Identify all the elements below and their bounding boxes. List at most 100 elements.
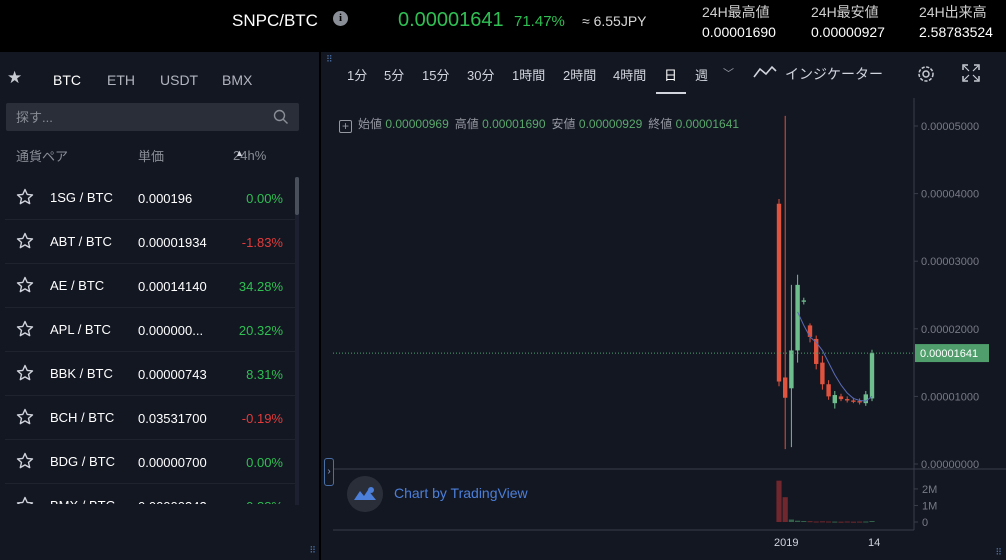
favorite-star-icon[interactable]	[16, 276, 34, 294]
favorite-star-icon[interactable]	[16, 320, 34, 338]
price-tick-label: 0.00001000	[921, 391, 979, 403]
volume-bar	[857, 521, 863, 523]
volume-bar	[844, 521, 850, 523]
market-list: 1SG / BTC 0.000196 0.00% ABT / BTC 0.0000193…	[5, 176, 295, 504]
chevron-down-icon[interactable]: ﹀	[723, 65, 734, 81]
market-row[interactable]: AE / BTC 0.00014140 34.28%	[5, 264, 295, 308]
volume-bar	[826, 521, 832, 523]
volume-bar	[807, 521, 813, 523]
market-row[interactable]: 1SG / BTC 0.000196 0.00%	[5, 176, 295, 220]
column-price[interactable]: 単価	[138, 146, 164, 165]
favorite-star-icon[interactable]	[16, 408, 34, 426]
candle-body	[820, 362, 825, 385]
volume-bar	[838, 521, 844, 523]
open-label: 始値	[358, 117, 383, 131]
row-pair: ABT / BTC	[50, 234, 112, 249]
tab-eth[interactable]: ETH	[107, 72, 135, 88]
last-price: 0.00001641	[398, 9, 504, 31]
volume-bar	[869, 521, 875, 523]
tab-usdt[interactable]: USDT	[160, 72, 198, 88]
volume-bar	[819, 521, 825, 523]
timeframe-week[interactable]: 週	[695, 65, 708, 84]
row-change: 0.88%	[246, 499, 283, 504]
market-row[interactable]: BMX / BTC 0.00000342 0.88%	[5, 484, 295, 504]
row-change: 0.00%	[246, 455, 283, 470]
market-row[interactable]: BCH / BTC 0.03531700 -0.19%	[5, 396, 295, 440]
timeframe-day[interactable]: 日	[664, 65, 677, 84]
tab-btc[interactable]: BTC	[53, 72, 81, 88]
market-row[interactable]: BBK / BTC 0.00000743 8.31%	[5, 352, 295, 396]
market-list-scrollbar[interactable]	[295, 177, 299, 505]
timeframe-2h[interactable]: 2時間	[563, 65, 596, 84]
row-pair: AE / BTC	[50, 278, 105, 293]
market-panel: ★ BTC ETH USDT BMX 通貨ペア 単価 24h%▲ 1SG / B…	[0, 52, 321, 560]
favorite-star-icon[interactable]	[16, 496, 34, 504]
market-row[interactable]: APL / BTC 0.000000... 20.32%	[5, 308, 295, 352]
open-value: 0.00000969	[385, 117, 449, 131]
volume-bar	[795, 520, 801, 522]
row-price: 0.000196	[138, 191, 193, 206]
row-pair: BMX / BTC	[50, 498, 115, 504]
candle-body	[789, 350, 794, 389]
favorite-star-icon[interactable]	[16, 232, 34, 250]
favorite-star-icon[interactable]	[16, 188, 34, 206]
low-label: 安値	[551, 117, 576, 131]
price-tick-label: 0.00004000	[921, 189, 979, 201]
volume-bar	[863, 521, 869, 523]
row-price: 0.00001934	[138, 235, 207, 250]
chart-toolbar: ⠿ 1分 5分 15分 30分 1時間 2時間 4時間 日 週 ﹀ インジケータ…	[323, 52, 1006, 94]
price-tick-label: 0.00002000	[921, 324, 979, 336]
price-tick-label: 0.00005000	[921, 121, 979, 133]
current-price-label: 0.00001641	[920, 348, 978, 360]
info-icon[interactable]: i	[333, 11, 348, 26]
row-pair: 1SG / BTC	[50, 190, 113, 205]
resize-grip-icon[interactable]: ⠿	[309, 545, 316, 556]
timeframe-1h[interactable]: 1時間	[512, 65, 545, 84]
favorite-star-icon[interactable]	[16, 452, 34, 470]
timeframe-15m[interactable]: 15分	[422, 65, 449, 84]
candle-body	[776, 203, 782, 382]
resize-grip-icon[interactable]: ⠿	[995, 547, 1002, 558]
timeframe-1m[interactable]: 1分	[347, 65, 367, 84]
volume-bar	[813, 521, 819, 523]
gear-icon[interactable]	[915, 63, 937, 85]
collapse-panel-handle[interactable]: ›	[324, 458, 334, 486]
favorite-star-icon[interactable]	[16, 364, 34, 382]
search-icon[interactable]	[273, 109, 289, 125]
market-row[interactable]: BDG / BTC 0.00000700 0.00%	[5, 440, 295, 484]
price-change-percent: 71.47%	[514, 13, 565, 30]
time-tick-label: 2019	[774, 537, 798, 549]
candle-body	[845, 399, 850, 401]
fullscreen-icon[interactable]	[961, 63, 981, 83]
stat-label: 24H最高値	[702, 4, 770, 20]
row-pair: APL / BTC	[50, 322, 111, 337]
tab-bmx[interactable]: BMX	[222, 72, 252, 88]
search-input[interactable]	[16, 108, 256, 126]
scrollbar-thumb[interactable]	[295, 177, 299, 215]
timeframe-5m[interactable]: 5分	[384, 65, 404, 84]
timeframe-30m[interactable]: 30分	[467, 65, 494, 84]
volume-bar	[776, 480, 782, 522]
toolbar-grip-icon[interactable]: ⠿	[326, 54, 333, 65]
low-value: 0.00000929	[578, 117, 643, 131]
candle-body	[795, 284, 800, 351]
plus-icon[interactable]: +	[339, 120, 352, 133]
volume-bar	[801, 521, 807, 523]
timeframe-4h[interactable]: 4時間	[613, 65, 646, 84]
indicator-label: インジケーター	[785, 66, 883, 82]
column-pair[interactable]: 通貨ペア	[16, 146, 68, 165]
row-change: -0.19%	[241, 411, 283, 426]
chart-panel: ⠿ 1分 5分 15分 30分 1時間 2時間 4時間 日 週 ﹀ インジケータ…	[323, 52, 1006, 560]
candle-body	[807, 325, 813, 337]
pair-title: SNPC/BTC	[232, 11, 318, 30]
ohlc-legend: + 始値 0.00000969 高値 0.00001690 安値 0.00000929…	[339, 115, 745, 133]
tradingview-text: Chart by TradingView	[394, 485, 528, 501]
market-row[interactable]: ABT / BTC 0.00001934 -1.83%	[5, 220, 295, 264]
market-column-headers: 通貨ペア 単価 24h% ▲	[0, 144, 321, 166]
candle-body	[832, 395, 837, 404]
row-change: -1.83%	[241, 235, 283, 250]
row-change: 0.00%	[246, 191, 283, 206]
favorites-star-icon[interactable]: ★	[7, 68, 22, 88]
candle-body	[857, 401, 862, 403]
volume-tick-label: 0	[922, 517, 928, 529]
